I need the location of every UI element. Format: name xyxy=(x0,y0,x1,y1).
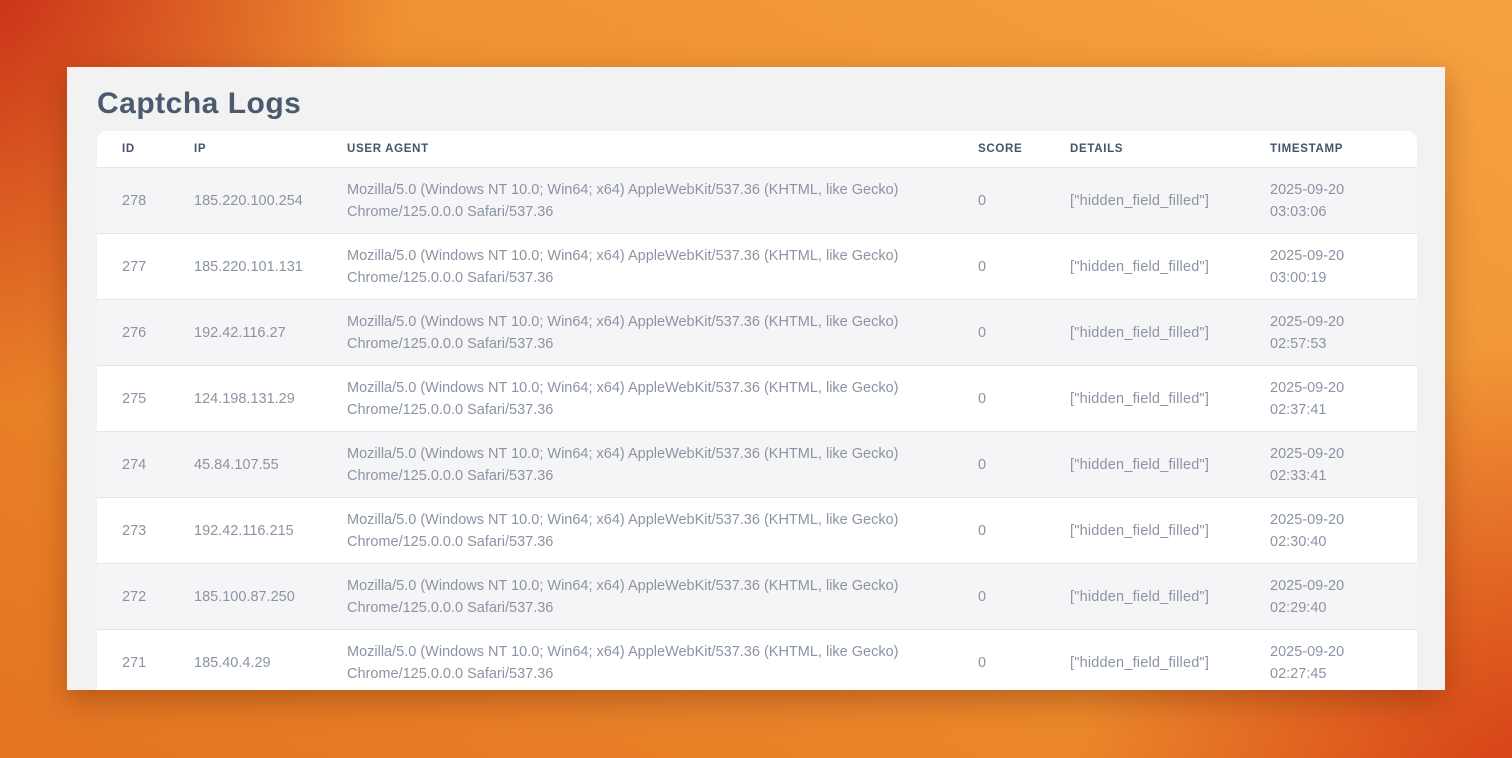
cell-score: 0 xyxy=(978,168,1070,234)
cell-score: 0 xyxy=(978,234,1070,300)
table-row: 272 185.100.87.250 Mozilla/5.0 (Windows … xyxy=(97,564,1417,630)
table-row: 275 124.198.131.29 Mozilla/5.0 (Windows … xyxy=(97,366,1417,432)
cell-user-agent: Mozilla/5.0 (Windows NT 10.0; Win64; x64… xyxy=(347,498,978,564)
cell-id: 277 xyxy=(97,234,194,300)
header-row: ID IP USER AGENT SCORE DETAILS TIMESTAMP xyxy=(97,131,1417,168)
column-header-user-agent: USER AGENT xyxy=(347,131,978,168)
cell-user-agent: Mozilla/5.0 (Windows NT 10.0; Win64; x64… xyxy=(347,168,978,234)
cell-id: 274 xyxy=(97,432,194,498)
cell-ip: 185.220.101.131 xyxy=(194,234,347,300)
column-header-score: SCORE xyxy=(978,131,1070,168)
cell-details: ["hidden_field_filled"] xyxy=(1070,366,1270,432)
cell-score: 0 xyxy=(978,366,1070,432)
cell-timestamp: 2025-09-20 02:30:40 xyxy=(1270,498,1417,564)
logs-table-container: ID IP USER AGENT SCORE DETAILS TIMESTAMP… xyxy=(97,131,1417,690)
cell-user-agent: Mozilla/5.0 (Windows NT 10.0; Win64; x64… xyxy=(347,630,978,691)
cell-ip: 185.100.87.250 xyxy=(194,564,347,630)
cell-timestamp: 2025-09-20 02:29:40 xyxy=(1270,564,1417,630)
cell-timestamp: 2025-09-20 03:03:06 xyxy=(1270,168,1417,234)
cell-details: ["hidden_field_filled"] xyxy=(1070,234,1270,300)
cell-details: ["hidden_field_filled"] xyxy=(1070,630,1270,691)
column-header-id: ID xyxy=(97,131,194,168)
cell-ip: 124.198.131.29 xyxy=(194,366,347,432)
cell-details: ["hidden_field_filled"] xyxy=(1070,168,1270,234)
page-background: Captcha Logs ID IP USER AGENT SCORE xyxy=(0,0,1512,758)
logs-table-header: ID IP USER AGENT SCORE DETAILS TIMESTAMP xyxy=(97,131,1417,168)
cell-details: ["hidden_field_filled"] xyxy=(1070,300,1270,366)
logs-table-body: 278 185.220.100.254 Mozilla/5.0 (Windows… xyxy=(97,168,1417,691)
table-row: 276 192.42.116.27 Mozilla/5.0 (Windows N… xyxy=(97,300,1417,366)
cell-user-agent: Mozilla/5.0 (Windows NT 10.0; Win64; x64… xyxy=(347,300,978,366)
cell-id: 275 xyxy=(97,366,194,432)
cell-timestamp: 2025-09-20 03:00:19 xyxy=(1270,234,1417,300)
cell-ip: 185.40.4.29 xyxy=(194,630,347,691)
cell-ip: 192.42.116.215 xyxy=(194,498,347,564)
cell-id: 272 xyxy=(97,564,194,630)
cell-user-agent: Mozilla/5.0 (Windows NT 10.0; Win64; x64… xyxy=(347,564,978,630)
cell-user-agent: Mozilla/5.0 (Windows NT 10.0; Win64; x64… xyxy=(347,234,978,300)
cell-details: ["hidden_field_filled"] xyxy=(1070,564,1270,630)
table-row: 273 192.42.116.215 Mozilla/5.0 (Windows … xyxy=(97,498,1417,564)
cell-timestamp: 2025-09-20 02:57:53 xyxy=(1270,300,1417,366)
cell-id: 276 xyxy=(97,300,194,366)
cell-timestamp: 2025-09-20 02:33:41 xyxy=(1270,432,1417,498)
cell-user-agent: Mozilla/5.0 (Windows NT 10.0; Win64; x64… xyxy=(347,432,978,498)
cell-score: 0 xyxy=(978,300,1070,366)
cell-score: 0 xyxy=(978,498,1070,564)
cell-ip: 192.42.116.27 xyxy=(194,300,347,366)
cell-ip: 185.220.100.254 xyxy=(194,168,347,234)
cell-details: ["hidden_field_filled"] xyxy=(1070,432,1270,498)
cell-ip: 45.84.107.55 xyxy=(194,432,347,498)
column-header-ip: IP xyxy=(194,131,347,168)
captcha-logs-card: Captcha Logs ID IP USER AGENT SCORE xyxy=(67,67,1445,690)
column-header-details: DETAILS xyxy=(1070,131,1270,168)
cell-score: 0 xyxy=(978,630,1070,691)
column-header-timestamp: TIMESTAMP xyxy=(1270,131,1417,168)
cell-user-agent: Mozilla/5.0 (Windows NT 10.0; Win64; x64… xyxy=(347,366,978,432)
cell-id: 278 xyxy=(97,168,194,234)
cell-score: 0 xyxy=(978,564,1070,630)
logs-table: ID IP USER AGENT SCORE DETAILS TIMESTAMP… xyxy=(97,131,1417,690)
cell-timestamp: 2025-09-20 02:27:45 xyxy=(1270,630,1417,691)
cell-id: 273 xyxy=(97,498,194,564)
table-row: 277 185.220.101.131 Mozilla/5.0 (Windows… xyxy=(97,234,1417,300)
table-row: 271 185.40.4.29 Mozilla/5.0 (Windows NT … xyxy=(97,630,1417,691)
cell-details: ["hidden_field_filled"] xyxy=(1070,498,1270,564)
page-title: Captcha Logs xyxy=(97,81,1417,127)
table-row: 274 45.84.107.55 Mozilla/5.0 (Windows NT… xyxy=(97,432,1417,498)
table-row: 278 185.220.100.254 Mozilla/5.0 (Windows… xyxy=(97,168,1417,234)
cell-id: 271 xyxy=(97,630,194,691)
cell-timestamp: 2025-09-20 02:37:41 xyxy=(1270,366,1417,432)
cell-score: 0 xyxy=(978,432,1070,498)
